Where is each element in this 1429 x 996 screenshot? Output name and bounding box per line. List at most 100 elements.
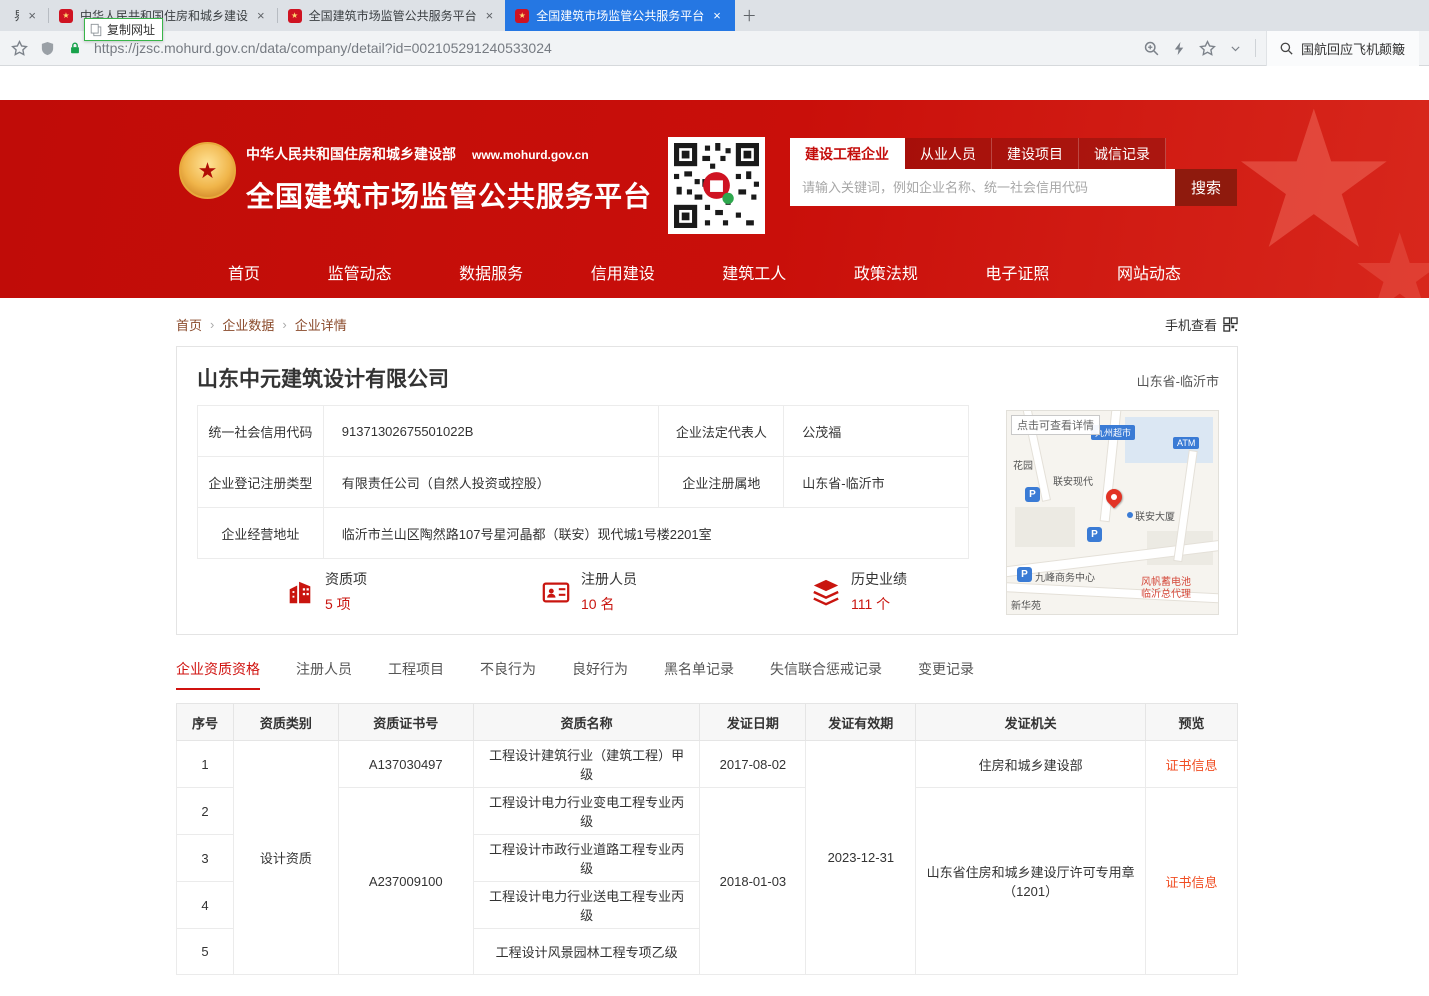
close-icon[interactable]: × — [484, 8, 496, 23]
tab-change-records[interactable]: 变更记录 — [918, 659, 974, 690]
new-tab-button[interactable]: ＋ — [735, 0, 763, 31]
info-label: 企业注册属地 — [659, 457, 784, 508]
copy-url-tooltip: 复制网址 — [84, 18, 163, 41]
hot-search-text: 国航回应飞机颠簸 — [1301, 39, 1405, 58]
stat-value: 5 项 — [325, 594, 367, 614]
tab-bad-behavior[interactable]: 不良行为 — [480, 659, 536, 690]
browser-tab-partial[interactable]: 界 × — [0, 0, 48, 31]
search-icon — [1279, 41, 1294, 56]
site-header: ★ ★ ★ 中华人民共和国住房和城乡建设部 www.mohurd.gov.cn … — [0, 100, 1429, 298]
tab-blacklist[interactable]: 黑名单记录 — [664, 659, 734, 690]
layers-icon — [811, 577, 841, 607]
security-shield-icon[interactable] — [38, 39, 56, 57]
company-location-map[interactable]: 九州超市 ATM 花园 联安现代 联安大厦 P P P 九峰商务中心 新华苑 风… — [1006, 410, 1219, 615]
map-hint: 点击可查看详情 — [1011, 415, 1100, 435]
certificate-info-link[interactable]: 证书信息 — [1146, 741, 1238, 788]
info-label: 企业登记注册类型 — [198, 457, 324, 508]
hot-search-box[interactable]: 国航回应飞机颠簸 — [1266, 31, 1419, 66]
registration-type-value: 有限责任公司（自然人投资或控股） — [323, 457, 659, 508]
keyword-search-input[interactable] — [790, 169, 1175, 206]
page-content: 首页 › 企业数据 › 企业详情 手机查看 山东中元建筑设计有限公司 山东省-临… — [176, 315, 1238, 975]
qual-cell: 2 — [177, 788, 234, 835]
qual-column-header: 资质证书号 — [338, 704, 473, 741]
building-icon — [285, 577, 315, 607]
tab-good-behavior[interactable]: 良好行为 — [572, 659, 628, 690]
map-label-xinhuayuan: 新华苑 — [1011, 597, 1041, 612]
site-favicon-icon: ★ — [288, 9, 302, 23]
qual-cell: 2018-01-03 — [700, 788, 806, 975]
bookmark-star-icon[interactable] — [10, 39, 28, 57]
platform-title: 全国建筑市场监管公共服务平台 — [246, 175, 652, 215]
chevron-down-icon[interactable] — [1227, 39, 1245, 57]
qual-column-header: 发证日期 — [700, 704, 806, 741]
qual-cell: 4 — [177, 882, 234, 929]
qual-cell: 3 — [177, 835, 234, 882]
favorite-star-icon[interactable] — [1199, 39, 1217, 57]
qr-code — [668, 137, 765, 234]
nav-item-data-service[interactable]: 数据服务 — [459, 260, 523, 284]
browser-tab-3-active[interactable]: ★ 全国建筑市场监管公共服务平台 × — [505, 0, 735, 31]
tab-qualifications[interactable]: 企业资质资格 — [176, 659, 260, 690]
page-top-gap — [0, 66, 1429, 100]
stat-value: 10 名 — [581, 594, 637, 614]
tab-registered-personnel[interactable]: 注册人员 — [296, 659, 352, 690]
mobile-view-button[interactable]: 手机查看 — [1165, 315, 1238, 334]
qual-cell: 2017-08-02 — [700, 741, 806, 788]
stat-registered-personnel[interactable]: 注册人员 10 名 — [541, 569, 637, 614]
search-button[interactable]: 搜索 — [1175, 169, 1237, 206]
site-favicon-icon: ★ — [515, 9, 529, 23]
credit-code-value: 91371302675501022B — [323, 406, 659, 457]
company-name: 山东中元建筑设计有限公司 — [197, 363, 449, 393]
idcard-icon — [541, 577, 571, 607]
breadcrumb-company-data[interactable]: 企业数据 — [222, 315, 274, 334]
info-label: 统一社会信用代码 — [198, 406, 324, 457]
qual-cell: 5 — [177, 929, 234, 975]
qual-column-header: 发证机关 — [916, 704, 1146, 741]
address-bar[interactable]: https://jzsc.mohurd.gov.cn/data/company/… — [94, 40, 552, 56]
stat-history-performance[interactable]: 历史业绩 111 个 — [811, 569, 907, 614]
breadcrumb-home[interactable]: 首页 — [176, 315, 202, 334]
map-label-lianan-modern: 联安现代 — [1053, 473, 1093, 488]
search-tab-credit[interactable]: 诚信记录 — [1079, 138, 1166, 169]
breadcrumb: 首页 › 企业数据 › 企业详情 手机查看 — [176, 315, 1238, 334]
browser-tab-2[interactable]: ★ 全国建筑市场监管公共服务平台 × — [278, 0, 506, 31]
search-tab-enterprise[interactable]: 建设工程企业 — [790, 138, 905, 169]
detail-tabs: 企业资质资格 注册人员 工程项目 不良行为 良好行为 黑名单记录 失信联合惩戒记… — [176, 659, 1238, 690]
ministry-site-url: www.mohurd.gov.cn — [472, 148, 589, 162]
nav-item-workers[interactable]: 建筑工人 — [722, 260, 786, 284]
company-stats: 资质项 5 项 注册人员 10 名 — [197, 569, 969, 614]
close-icon[interactable]: × — [711, 8, 723, 23]
tab-dishonesty-records[interactable]: 失信联合惩戒记录 — [770, 659, 882, 690]
nav-item-e-license[interactable]: 电子证照 — [985, 260, 1049, 284]
certificate-info-link[interactable]: 证书信息 — [1146, 788, 1238, 975]
nav-item-policy[interactable]: 政策法规 — [854, 260, 918, 284]
parking-icon: P — [1017, 567, 1032, 582]
qual-cell: A237009100 — [338, 788, 473, 975]
qual-cell: 工程设计风景园林工程专项乙级 — [473, 929, 700, 975]
table-row: 1设计资质A137030497工程设计建筑行业（建筑工程）甲级2017-08-0… — [177, 741, 1238, 788]
company-info-table: 统一社会信用代码 91371302675501022B 企业法定代表人 公茂福 … — [197, 405, 969, 559]
map-label-business-center: 九峰商务中心 — [1035, 569, 1095, 584]
info-label: 企业经营地址 — [198, 508, 324, 559]
qual-cell: 设计资质 — [233, 741, 338, 975]
tab-projects[interactable]: 工程项目 — [388, 659, 444, 690]
qual-cell: 1 — [177, 741, 234, 788]
lightning-icon[interactable] — [1171, 39, 1189, 57]
search-tab-personnel[interactable]: 从业人员 — [905, 138, 992, 169]
qual-cell: 山东省住房和城乡建设厅许可专用章（1201） — [916, 788, 1146, 975]
close-icon[interactable]: × — [26, 8, 38, 23]
nav-item-home[interactable]: 首页 — [228, 260, 260, 284]
zoom-icon[interactable] — [1143, 39, 1161, 57]
nav-item-credit[interactable]: 信用建设 — [591, 260, 655, 284]
search-category-tabs: 建设工程企业 从业人员 建设项目 诚信记录 — [790, 138, 1237, 169]
table-row: 企业经营地址 临沂市兰山区陶然路107号星河晶都（联安）现代城1号楼2201室 — [198, 508, 969, 559]
stat-value: 111 个 — [851, 594, 907, 614]
search-tab-project[interactable]: 建设项目 — [992, 138, 1079, 169]
tab-bar: 界 × ★ 中华人民共和国住房和城乡建设 × ★ 全国建筑市场监管公共服务平台 … — [0, 0, 1429, 31]
close-icon[interactable]: × — [255, 8, 267, 23]
map-building-block — [1015, 507, 1075, 547]
mobile-view-label: 手机查看 — [1165, 315, 1217, 334]
stat-qualifications[interactable]: 资质项 5 项 — [285, 569, 367, 614]
nav-item-supervision[interactable]: 监管动态 — [328, 260, 392, 284]
nav-item-site-news[interactable]: 网站动态 — [1117, 260, 1181, 284]
